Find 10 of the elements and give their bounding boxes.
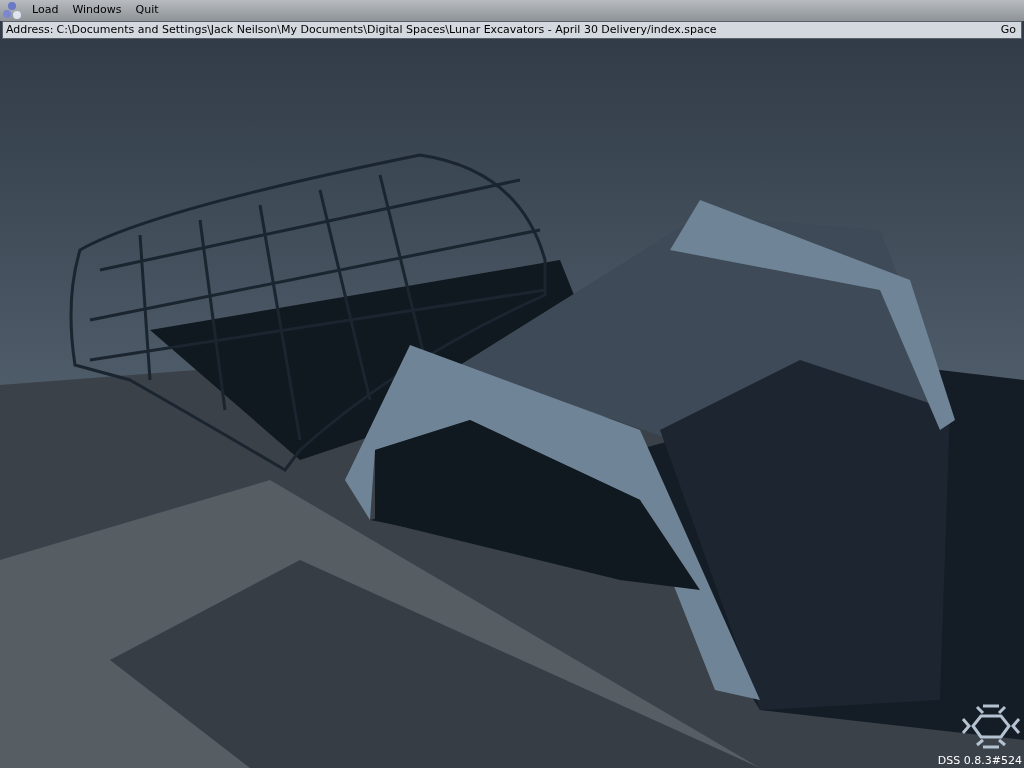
address-bar[interactable]: Address: C:\Documents and Settings\Jack Neilson\My Documents\Digital Spaces\Lunar Excavators - April 30 Delivery/index.space Go	[2, 21, 1022, 39]
address-label: Address:	[6, 21, 54, 38]
go-button[interactable]: Go	[998, 21, 1018, 39]
menu-item[interactable]: Quit	[135, 2, 159, 19]
menu-item[interactable]: Load	[32, 2, 59, 19]
address-value: C:\Documents and Settings\Jack Neilson\My Documents\Digital Spaces\Lunar Excavators - April 30 Delivery/index.space	[56, 21, 717, 38]
version-label: DSS 0.8.3#524	[937, 754, 1022, 768]
menu-item[interactable]: Windows	[72, 2, 122, 19]
hexagon-logo-icon	[959, 703, 1023, 749]
molecule-logo-icon[interactable]	[1, 0, 23, 21]
